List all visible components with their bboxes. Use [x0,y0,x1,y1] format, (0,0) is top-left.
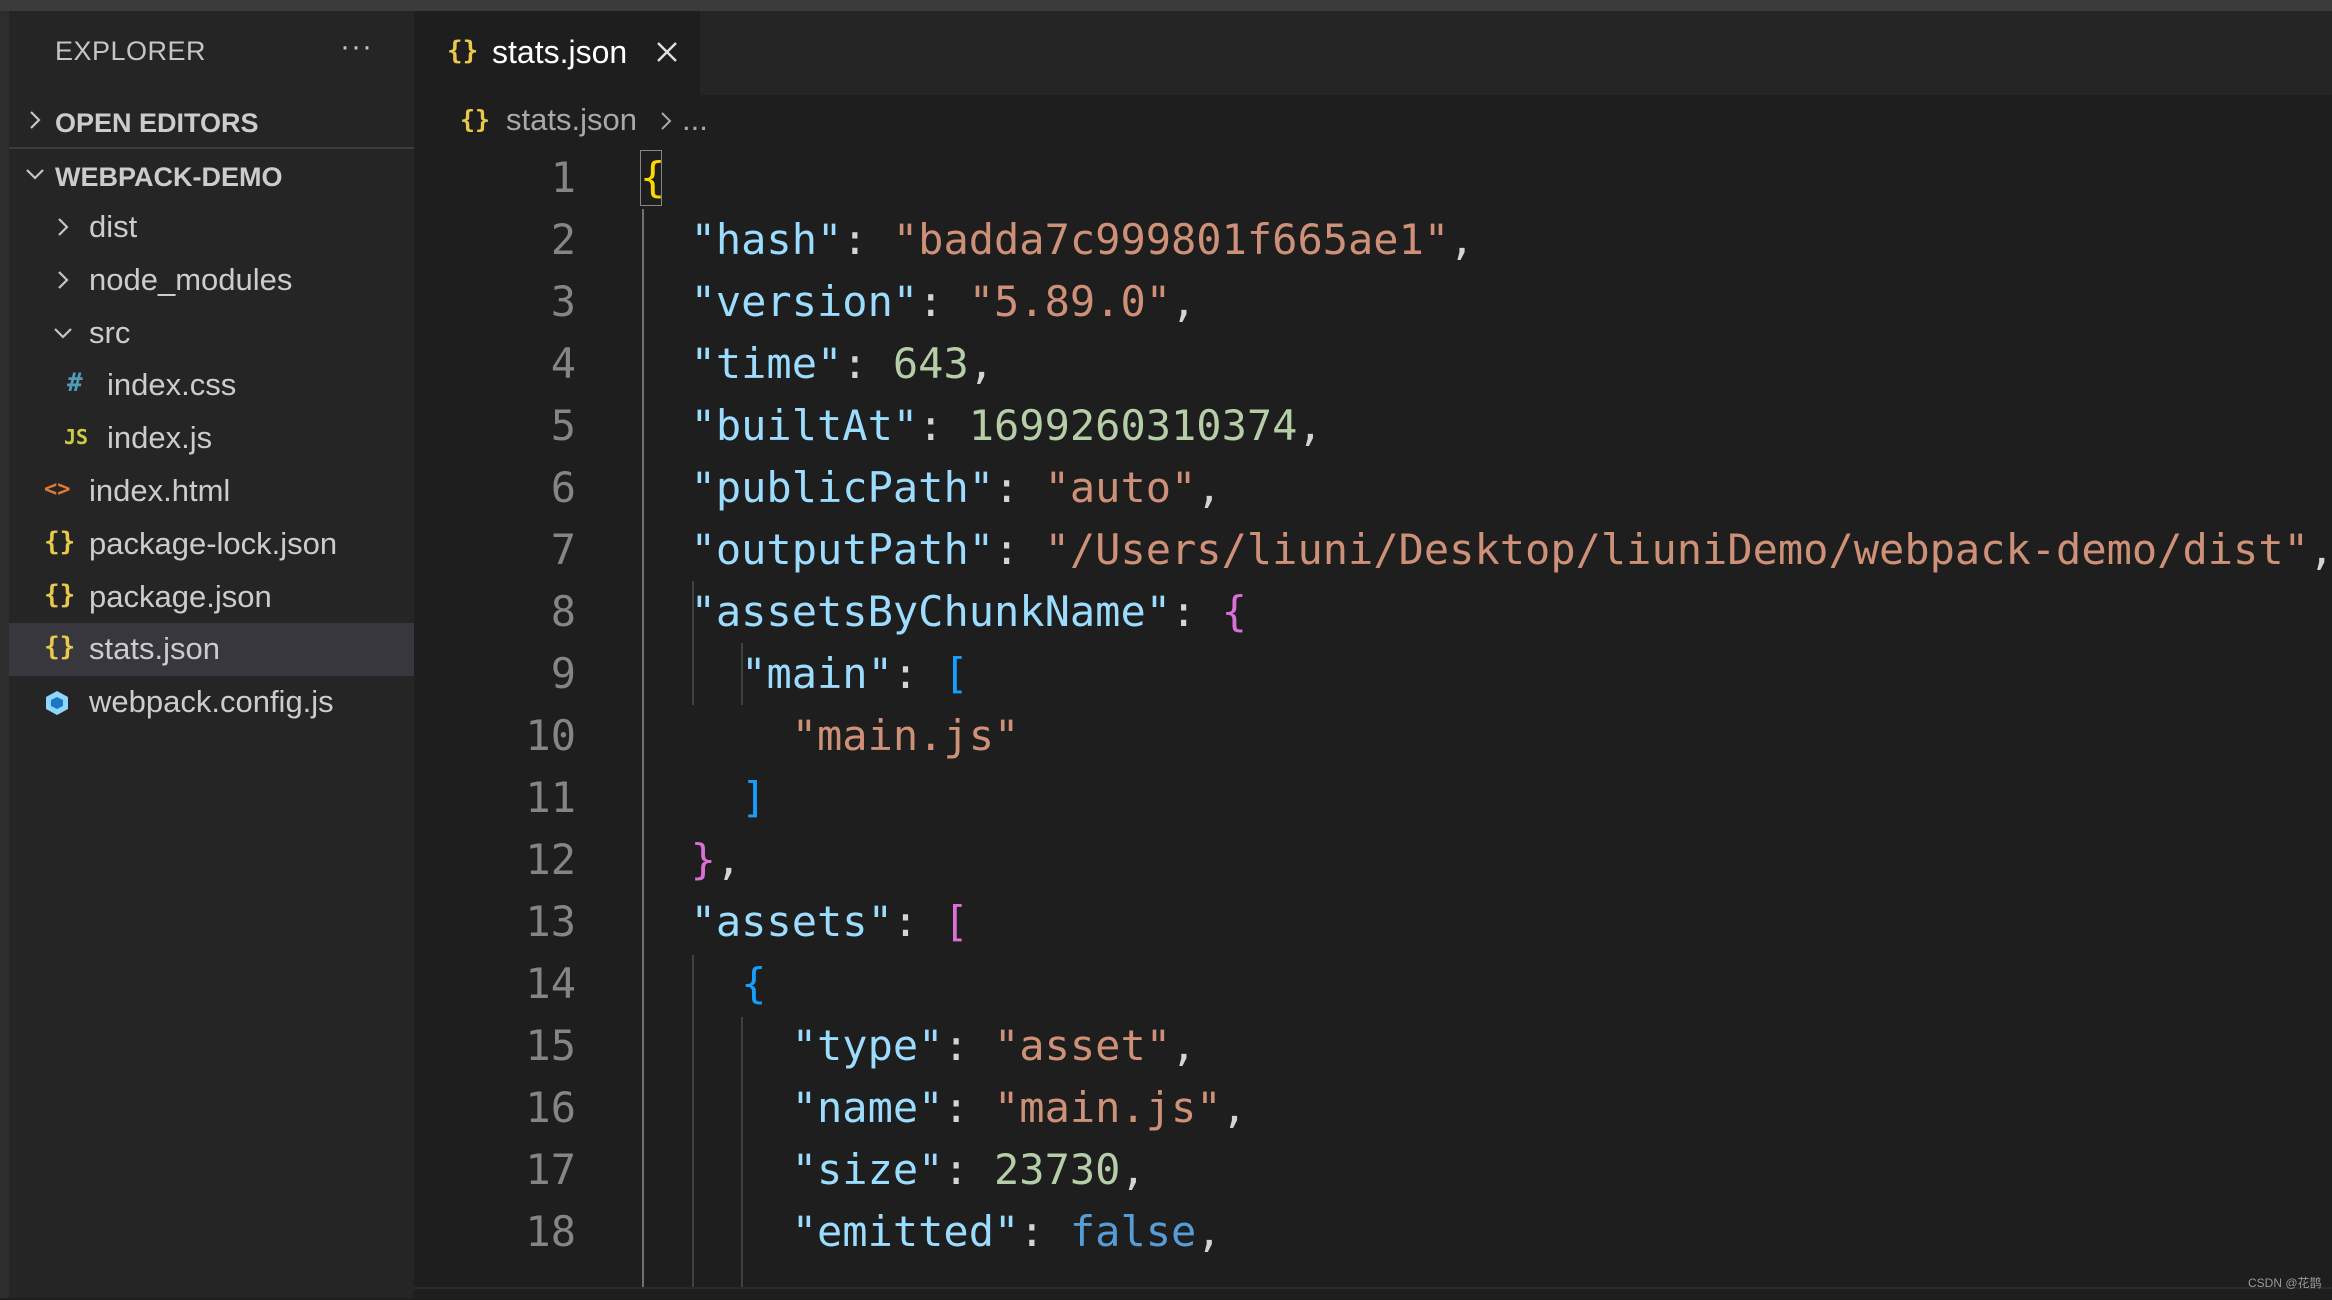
code-line: 18 "emitted": false, [414,1201,2332,1263]
json-file-icon: {} [460,105,491,134]
chevron-down-icon [54,328,72,339]
title-bar [0,0,2332,11]
line-number: 5 [550,401,576,450]
code-line: 13 "assets": [ [414,891,2332,953]
chevron-right-icon [661,112,672,130]
code-line: 5 "builtAt": 1699260310374, [414,395,2332,457]
tree-item-index-html[interactable]: <> index.html [9,465,414,518]
tree-item-package-lock-json[interactable]: {} package-lock.json [9,518,414,571]
line-number: 15 [525,1021,576,1070]
line-number: 9 [550,649,576,698]
activity-bar-edge [0,11,9,1298]
code-line: 16 "name": "main.js", [414,1077,2332,1139]
project-section[interactable]: WEBPACK-DEMO [9,152,414,200]
line-number: 11 [525,773,576,822]
open-editors-label: OPEN EDITORS [55,108,259,138]
tree-item-label: index.css [107,367,237,402]
tree-item-label: dist [89,209,138,244]
json-file-icon: {} [44,580,76,610]
line-number: 10 [525,711,576,760]
line-number: 12 [525,835,576,884]
line-number: 16 [525,1083,576,1132]
webpack-icon [46,691,68,715]
code-line: 17 "size": 23730, [414,1139,2332,1201]
tab-label: stats.json [492,34,628,70]
code-line: 9 "main": [ [414,643,2332,705]
code-line: 3 "version": "5.89.0", [414,271,2332,333]
json-file-icon: {} [44,527,76,557]
tree-item-label: index.html [89,473,231,508]
tree-item-node-modules[interactable]: node_modules [9,254,414,307]
code-line: 1{ [414,147,2332,209]
json-file-icon: {} [44,632,76,662]
watermark: CSDN @花鹊 [2248,1276,2322,1290]
code-line: 4 "time": 643, [414,333,2332,395]
line-number: 4 [550,339,576,388]
tree-item-label: src [89,315,131,350]
tree-item-label: package-lock.json [89,526,338,561]
line-number: 8 [550,587,576,636]
code-editor[interactable]: 1{ 2 "hash": "badda7c999801f665ae1", 3 "… [414,147,2332,1287]
tree-item-webpack-config-js[interactable]: webpack.config.js [9,676,414,729]
chevron-right-icon [58,271,69,289]
code-line: 8 "assetsByChunkName": { [414,581,2332,643]
line-number: 6 [550,463,576,512]
chevron-down-icon [26,169,44,180]
breadcrumb-file[interactable]: stats.json [506,102,637,138]
json-file-icon: {} [447,36,479,66]
code-line: 6 "publicPath": "auto", [414,457,2332,519]
code-line: 7 "outputPath": "/Users/liuni/Desktop/li… [414,519,2332,581]
tree-item-src[interactable]: src [9,307,414,360]
chevron-right-icon [30,111,41,129]
tree-item-index-css[interactable]: # index.css [9,359,414,412]
open-editors-section[interactable]: OPEN EDITORS [9,98,414,146]
css-file-icon: # [67,368,83,398]
js-file-icon: JS [64,425,89,449]
tab-bar [414,11,2332,95]
code-line: 11 ] [414,767,2332,829]
code-line: 15 "type": "asset", [414,1015,2332,1077]
code-line: 2 "hash": "badda7c999801f665ae1", [414,209,2332,271]
more-actions-icon[interactable]: ··· [340,30,373,64]
tree-item-index-js[interactable]: JS index.js [9,412,414,465]
chevron-right-icon [58,218,69,236]
html-file-icon: <> [44,477,71,502]
line-number: 1 [550,153,576,202]
tree-item-label: stats.json [89,631,220,666]
breadcrumb-symbol[interactable]: ... [682,102,708,138]
project-label: WEBPACK-DEMO [55,162,283,192]
tree-item-label: node_modules [89,262,293,297]
line-number: 17 [525,1145,576,1194]
explorer-title: EXPLORER [55,36,207,66]
section-divider [9,147,414,149]
tree-item-label: webpack.config.js [89,684,334,719]
line-number: 14 [525,959,576,1008]
tree-item-label: index.js [107,420,213,455]
tree-item-label: package.json [89,579,272,614]
tree-item-stats-json[interactable]: {} stats.json [9,623,414,676]
line-number: 7 [550,525,576,574]
code-line: 10 "main.js" [414,705,2332,767]
tab-stats-json[interactable]: {} stats.json [414,11,700,95]
horizontal-scrollbar[interactable] [414,1287,2332,1300]
code-line: 14 { [414,953,2332,1015]
close-icon[interactable] [654,39,680,65]
line-number: 3 [550,277,576,326]
code-line: 12 }, [414,829,2332,891]
tree-item-package-json[interactable]: {} package.json [9,571,414,624]
tree-item-dist[interactable]: dist [9,201,414,254]
line-number: 18 [525,1207,576,1256]
line-number: 13 [525,897,576,946]
line-number: 2 [550,215,576,264]
